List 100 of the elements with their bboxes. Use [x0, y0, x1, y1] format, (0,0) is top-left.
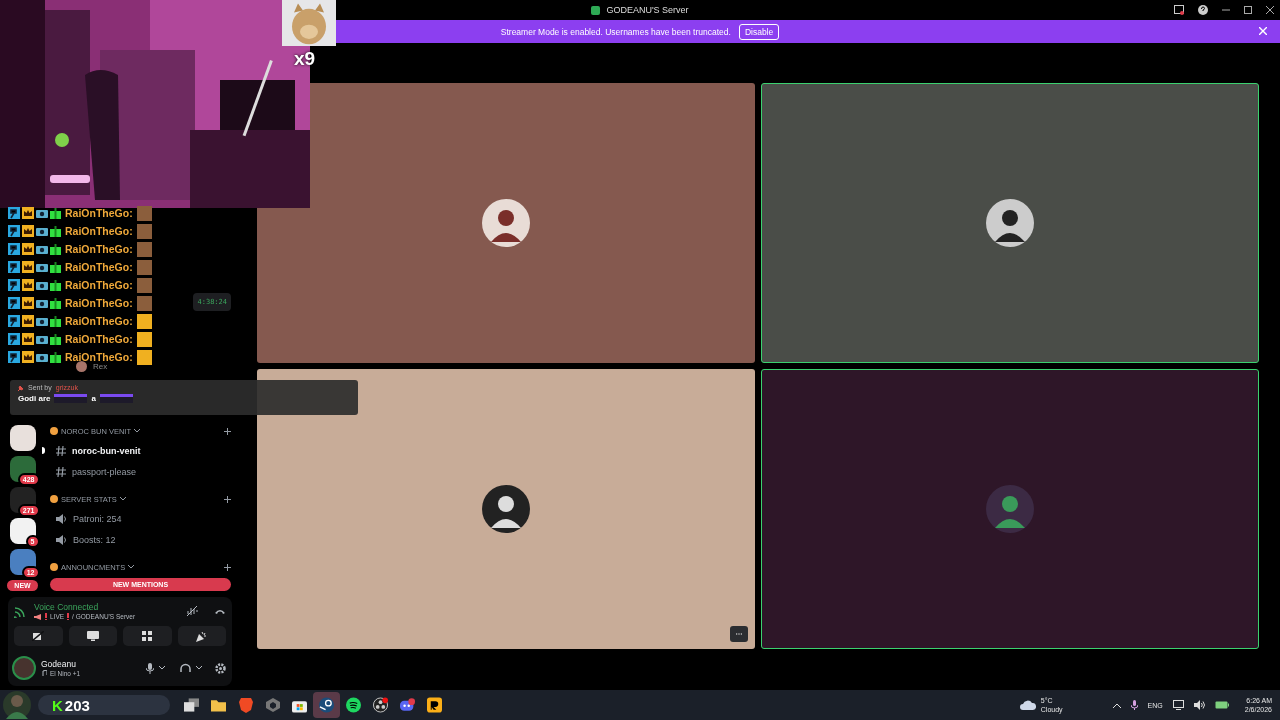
server-icon[interactable] — [9, 425, 36, 451]
chat-username: RaiOnTheGo: — [65, 261, 133, 273]
hammer-icon — [8, 225, 20, 237]
channel-name[interactable]: passport-please — [72, 466, 137, 477]
speaker-icon — [56, 534, 67, 545]
emote-icon — [99, 394, 133, 403]
camera-icon — [36, 262, 48, 272]
megaphone-icon — [34, 613, 42, 620]
minimize-icon — [1222, 6, 1230, 14]
chat-username: RaiOnTheGo: — [65, 243, 133, 255]
activities-button[interactable] — [123, 626, 172, 646]
gift-icon — [50, 333, 61, 345]
crown-icon — [22, 207, 34, 219]
crown-icon — [22, 315, 34, 327]
chat-username: RaiOnTheGo: — [65, 297, 133, 309]
camera-icon — [36, 226, 48, 236]
speaker-icon — [56, 513, 67, 524]
gift-icon — [50, 225, 61, 237]
video-tile[interactable] — [257, 369, 755, 649]
hammer-icon — [8, 207, 20, 219]
obs-icon — [373, 697, 388, 713]
plus-icon[interactable] — [224, 495, 231, 503]
chat-username: RaiOnTheGo: — [65, 315, 133, 327]
music-note-icon — [41, 670, 47, 677]
camera-icon — [36, 280, 48, 290]
speaker-icon — [1193, 700, 1205, 710]
crown-icon — [22, 279, 34, 291]
chevron-icon — [159, 666, 165, 670]
cloud-icon — [1019, 700, 1036, 710]
gift-icon — [50, 207, 61, 219]
screen-share-button[interactable] — [68, 626, 117, 646]
video-tile[interactable] — [761, 369, 1259, 649]
message-text: Godi are — [18, 394, 51, 403]
banner-text: Streamer Mode is enabled. Usernames have been truncated. — [500, 26, 731, 37]
rockstar-icon — [427, 697, 442, 713]
chevron-icon — [196, 666, 202, 670]
camera-icon — [36, 334, 48, 344]
maximize-icon — [1244, 6, 1252, 14]
hammer-icon — [8, 261, 20, 273]
avatar-icon — [481, 198, 531, 248]
channel-name[interactable]: noroc-bun-venit — [72, 445, 141, 456]
camera-off-icon — [32, 631, 45, 641]
close-icon[interactable] — [1259, 27, 1267, 35]
chat-username: RaiOnTheGo: — [65, 225, 133, 237]
plus-icon[interactable] — [224, 563, 231, 571]
gift-icon — [50, 261, 61, 273]
user-avatar[interactable] — [12, 656, 36, 680]
disable-button[interactable]: Disable — [738, 23, 780, 40]
hash-icon — [56, 445, 66, 456]
video-tile[interactable] — [761, 83, 1259, 363]
party-icon — [196, 630, 208, 642]
emoji-icon — [50, 563, 58, 571]
member-name[interactable]: Rex — [93, 362, 108, 371]
chevron-icon — [128, 565, 135, 569]
gift-icon — [50, 279, 61, 291]
more-button[interactable] — [730, 626, 748, 642]
hammer-icon — [8, 315, 20, 327]
crown-icon — [22, 225, 34, 237]
gift-icon — [50, 315, 61, 327]
window-title: GODEANU'S Server — [606, 5, 689, 15]
crown-icon — [22, 243, 34, 255]
channel-name[interactable]: Boosts: 12 — [73, 534, 116, 545]
taskbar-app[interactable] — [313, 692, 340, 718]
avatar-icon — [985, 198, 1035, 248]
task-view-icon — [184, 698, 199, 712]
chat-username: RaiOnTheGo: — [65, 351, 133, 363]
channel-name[interactable]: Patroni: 254 — [73, 513, 122, 524]
chevron-up-icon — [1112, 702, 1121, 708]
camera-icon — [36, 298, 48, 308]
plus-icon[interactable] — [224, 427, 231, 435]
spotify-icon — [346, 697, 361, 713]
emoji-icon — [50, 427, 58, 435]
search-field[interactable]: K203 — [38, 695, 170, 715]
steam-icon — [319, 697, 334, 713]
unread-pip — [42, 447, 45, 454]
crown-icon — [22, 351, 34, 363]
gift-icon — [50, 297, 61, 309]
gift-icon — [50, 351, 61, 363]
chat-username: RaiOnTheGo: — [65, 333, 133, 345]
hammer-icon — [8, 297, 20, 309]
signal-icon — [14, 604, 28, 618]
help-icon — [1198, 5, 1208, 15]
screen-share-icon — [86, 631, 99, 641]
avatar-icon[interactable] — [2, 690, 32, 720]
microphone-icon — [1130, 700, 1138, 710]
emote-icon — [54, 394, 88, 403]
message-text: a — [91, 394, 96, 403]
avatar-icon — [481, 484, 531, 534]
video-tile[interactable] — [257, 83, 755, 363]
folder-icon — [211, 698, 226, 712]
chat-username: RaiOnTheGo: — [65, 207, 133, 219]
soundboard-button[interactable] — [177, 626, 226, 646]
noise-suppression-icon — [186, 605, 198, 617]
camera-button[interactable] — [14, 626, 63, 646]
discord-icon — [400, 697, 415, 713]
viewer-count: 203 — [64, 696, 90, 714]
exclamation-icon — [67, 613, 70, 620]
camera-icon — [36, 352, 48, 362]
settings-icon — [215, 662, 226, 674]
inbox-icon — [1174, 5, 1184, 15]
